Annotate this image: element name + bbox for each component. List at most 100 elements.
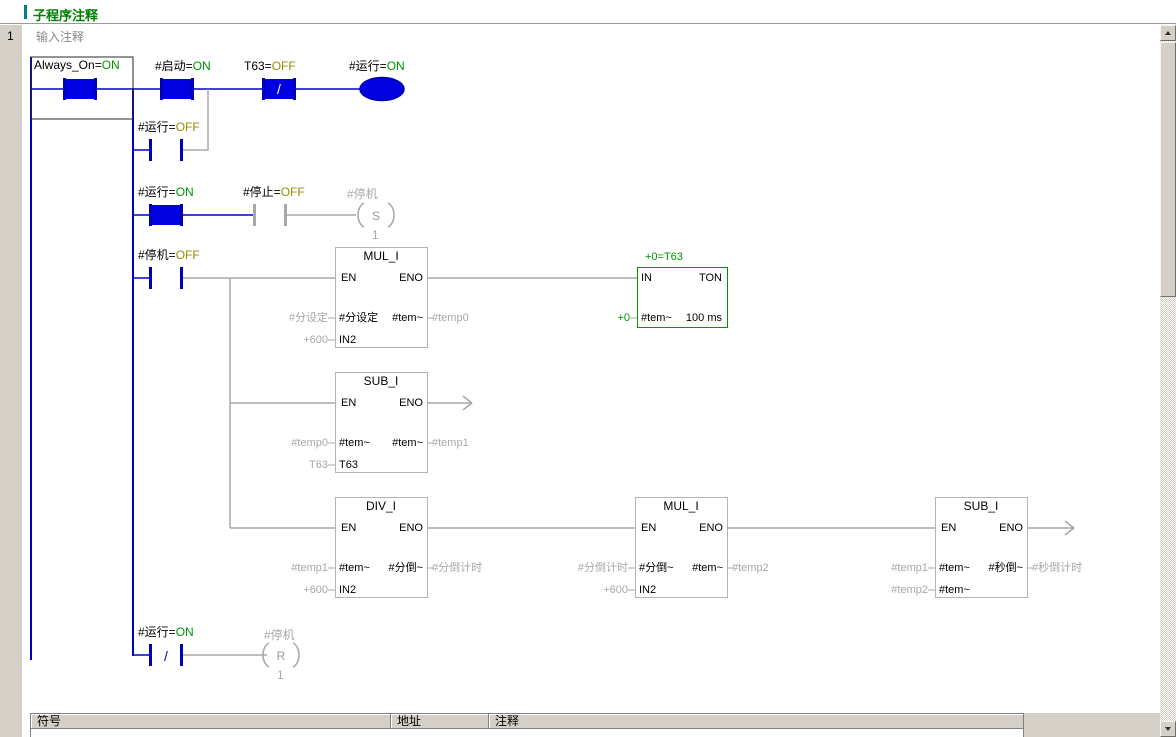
column-header-symbol[interactable]: 符号 [31,714,391,728]
pin-in2-symbol[interactable]: T63 [339,459,358,471]
pin-out-symbol[interactable]: #tem~ [353,312,423,324]
pin-in2: IN2 [639,584,656,596]
box-title: MUL_I [335,250,427,263]
operand-state: ON [193,59,211,73]
contact-qidong[interactable] [160,78,194,100]
operand-qidong[interactable]: #启动=ON [155,60,211,73]
operand-in2[interactable]: T63 [288,459,328,471]
operand-state: ON [176,625,194,639]
nc-slash-icon: / [277,81,281,97]
plc-ladder-editor: 子程序注释 1 输入注释 / [0,0,1176,737]
set-coil-tingji[interactable]: S [358,203,394,227]
reset-coil-letter: R [277,649,286,663]
operand-yunxing-nc[interactable]: #运行=ON [138,626,194,639]
reset-coil-operand[interactable]: #停机 [264,629,295,642]
operand-tingzhi[interactable]: #停止=OFF [243,186,305,199]
operand-in1[interactable]: #temp1 [268,562,328,574]
operand-in1[interactable]: #temp1 [868,562,928,574]
operand-state: OFF [176,248,200,262]
pin-out-symbol[interactable]: #tem~ [353,437,423,449]
pin-eno: ENO [381,397,423,409]
operand-name: #运行= [138,625,176,639]
operand-in1[interactable]: #分设定 [240,312,328,324]
operand-tingji-off[interactable]: #停机=OFF [138,249,200,262]
operand-state: OFF [176,120,200,134]
operand-out[interactable]: #temp0 [432,312,469,324]
operand-out[interactable]: #temp2 [732,562,769,574]
operand-in2[interactable]: +600 [278,584,328,596]
pin-out-symbol[interactable]: #秒倒~ [953,562,1023,574]
operand-out[interactable]: #秒倒计时 [1032,562,1082,574]
reset-coil-tingji[interactable]: R [263,643,299,667]
pin-out-symbol[interactable]: #tem~ [653,562,723,574]
contact-tingji-off[interactable] [149,267,183,289]
set-coil-operand[interactable]: #停机 [347,188,378,201]
box-title: TON [680,272,722,284]
operand-in2[interactable]: #temp2 [868,584,928,596]
box-title: DIV_I [335,500,427,513]
contact-yunxing-on[interactable] [149,204,183,226]
operand-state: ON [176,185,194,199]
pt-value: +0 [602,312,630,324]
coil-yunxing[interactable] [360,78,404,101]
pin-en: EN [341,272,356,284]
scrollbar-thumb[interactable] [1160,42,1176,297]
symbol-table-row[interactable] [30,729,1024,737]
pin-out-symbol[interactable]: #分倒~ [353,562,423,574]
operand-t63[interactable]: T63=OFF [244,60,296,73]
wire-sub1-out-arrow [427,396,472,410]
wire-sub2-out-arrow [1027,521,1074,535]
pin-eno: ENO [981,522,1023,534]
operand-name: Always_On= [34,58,102,72]
operand-state: ON [387,59,405,73]
contact-always-on[interactable] [63,78,97,100]
box-title: SUB_I [335,375,427,388]
pin-in2: IN2 [339,334,356,346]
vertical-scrollbar[interactable] [1160,25,1176,737]
operand-out[interactable]: #temp1 [432,437,469,449]
operand-name: #启动= [155,59,193,73]
operand-in1[interactable]: #分倒计时 [538,562,628,574]
set-coil-count[interactable]: 1 [372,229,379,242]
contact-yunxing-off[interactable] [149,139,183,161]
operand-state: ON [102,58,120,72]
box-title: MUL_I [635,500,727,513]
pin-in2-symbol[interactable]: #tem~ [939,584,970,596]
pin-in: IN [641,272,652,284]
nc-slash-icon: / [164,648,168,664]
pin-en: EN [341,397,356,409]
scroll-up-button[interactable] [1160,25,1176,41]
pin-en: EN [941,522,956,534]
operand-always-on[interactable]: Always_On=ON [34,59,120,72]
operand-name: #运行= [349,59,387,73]
column-header-comment[interactable]: 注释 [489,714,1023,728]
operand-name: T63= [244,59,272,73]
contact-yunxing-nc[interactable]: / [149,644,183,666]
set-coil-letter: S [372,209,380,223]
operand-name: #运行= [138,120,176,134]
operand-in2[interactable]: +600 [578,584,628,596]
pin-eno: ENO [381,522,423,534]
operand-name: #停止= [243,185,281,199]
operand-name: #停机= [138,248,176,262]
contact-tingzhi[interactable] [253,204,287,226]
operand-in2[interactable]: +600 [278,334,328,346]
operand-out[interactable]: #分倒计时 [432,562,482,574]
pin-eno: ENO [681,522,723,534]
pin-en: EN [341,522,356,534]
symbol-table-header: 符号 地址 注释 [30,713,1024,729]
column-header-address[interactable]: 地址 [391,714,489,728]
symbol-table-filler [1024,713,1160,737]
operand-in1[interactable]: #temp0 [268,437,328,449]
operand-yunxing-on[interactable]: #运行=ON [138,186,194,199]
scroll-down-button[interactable] [1160,721,1176,737]
timer-timebase: 100 ms [658,312,722,324]
operand-yunxing-coil[interactable]: #运行=ON [349,60,405,73]
contact-t63-nc[interactable]: / [262,78,296,100]
timer-status: +0=T63 [645,251,683,263]
box-title: SUB_I [935,500,1027,513]
operand-name: #运行= [138,185,176,199]
reset-coil-count[interactable]: 1 [277,669,284,682]
operand-yunxing-off[interactable]: #运行=OFF [138,121,200,134]
operand-state: OFF [272,59,296,73]
